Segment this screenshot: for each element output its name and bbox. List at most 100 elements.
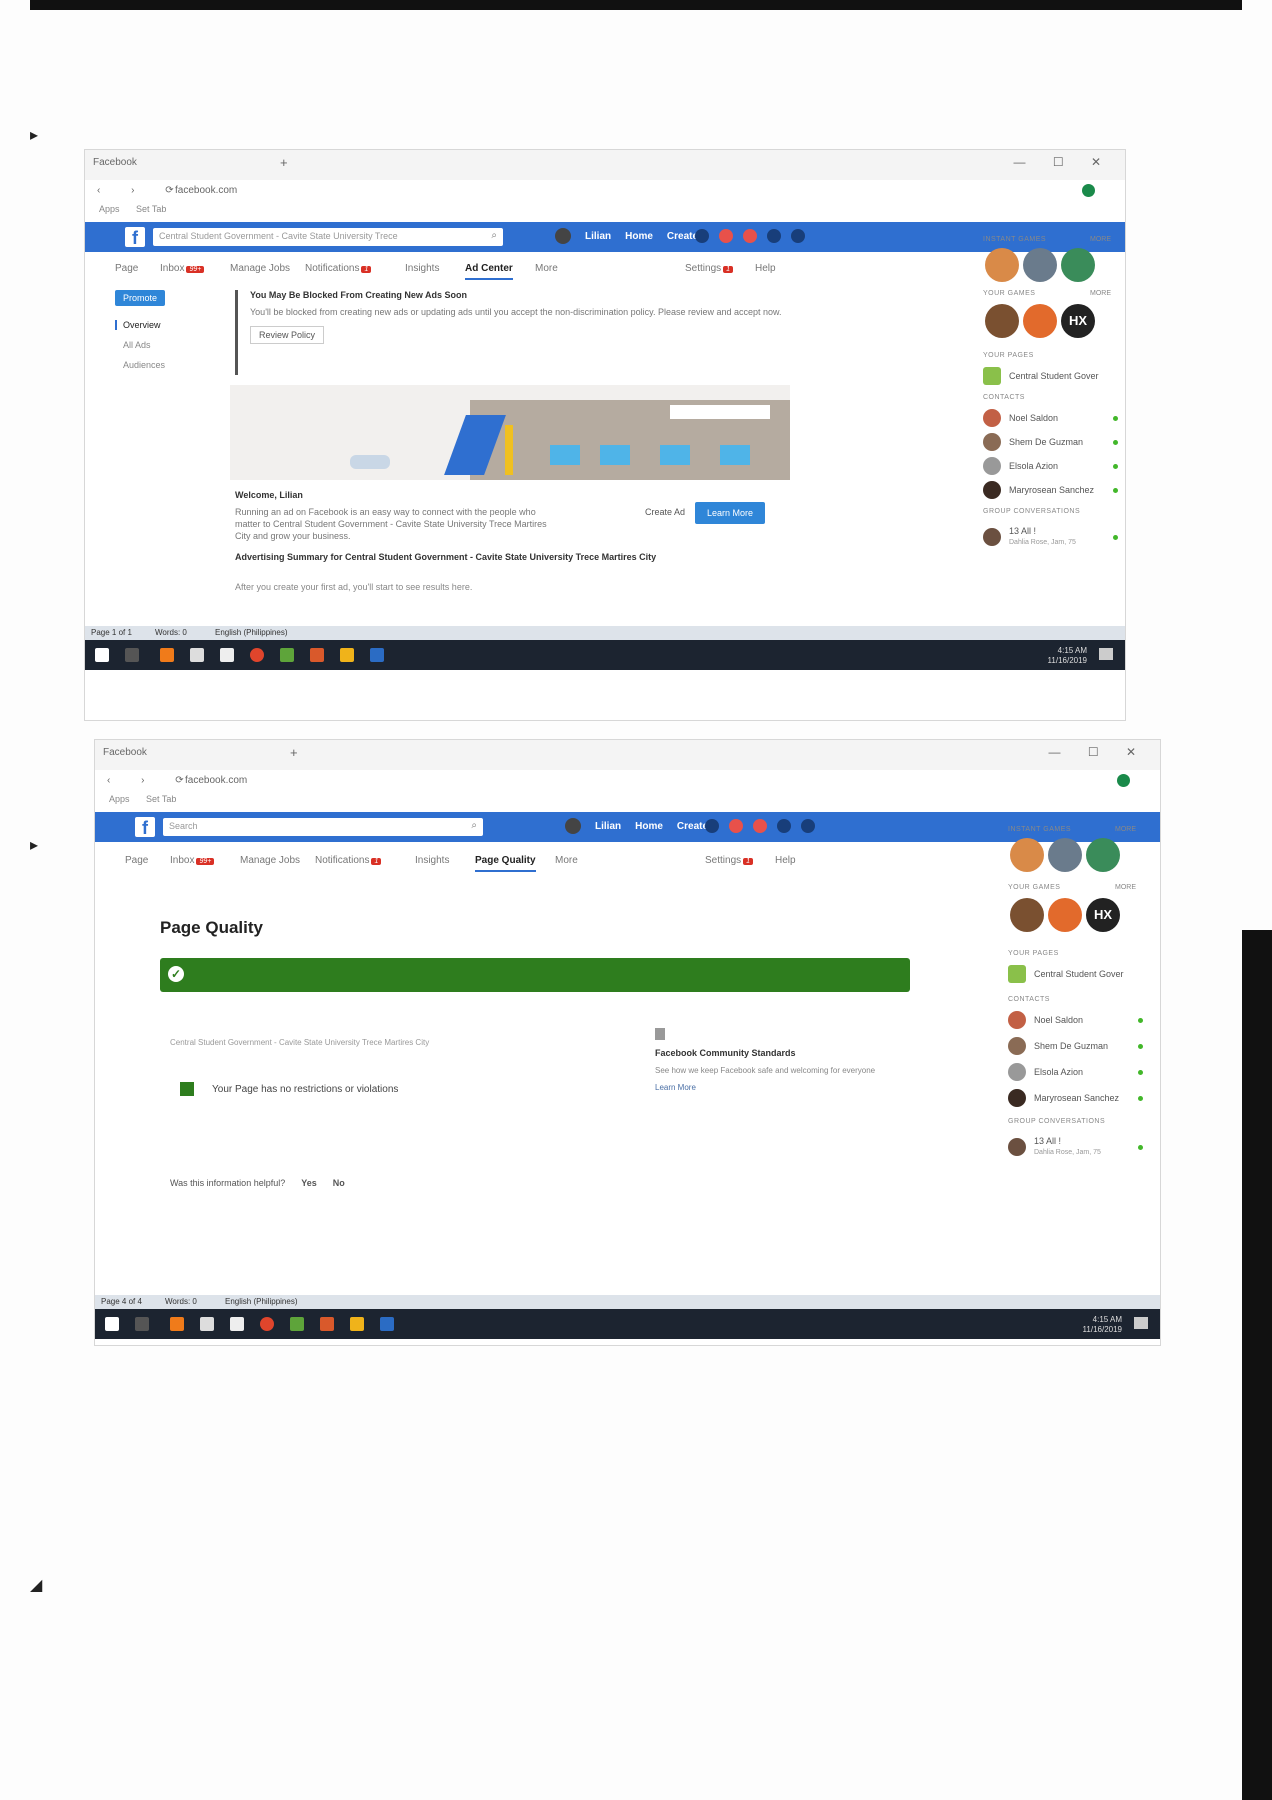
hx-game-icon[interactable]: HX bbox=[1086, 898, 1120, 932]
game-icon[interactable] bbox=[1048, 898, 1082, 932]
chrome-icon[interactable] bbox=[250, 648, 264, 662]
dropdown-icon[interactable] bbox=[791, 229, 805, 243]
create-link[interactable]: Create bbox=[667, 231, 698, 242]
home-link[interactable]: Home bbox=[625, 231, 653, 242]
hx-game-icon[interactable]: HX bbox=[1061, 304, 1095, 338]
game-icon[interactable] bbox=[1061, 248, 1095, 282]
tab-notifications[interactable]: Notifications 1 bbox=[305, 263, 372, 274]
group-item[interactable]: 13 All ! Dahlia Rose, Jam, 75 bbox=[983, 524, 1118, 550]
menu-audiences[interactable]: Audiences bbox=[115, 360, 225, 370]
tab-help[interactable]: Help bbox=[775, 855, 796, 866]
bookmark-set-tab[interactable]: Set Tab bbox=[136, 204, 166, 214]
notifications-bell-icon[interactable] bbox=[753, 819, 767, 833]
search-icon[interactable]: ⌕ bbox=[471, 820, 477, 831]
tab-page[interactable]: Page bbox=[125, 855, 148, 866]
clock[interactable]: 4:15 AM 11/16/2019 bbox=[1083, 1315, 1122, 1335]
url-field[interactable]: facebook.com bbox=[175, 185, 237, 196]
tab-more[interactable]: More bbox=[535, 263, 558, 274]
notification-icon[interactable] bbox=[1099, 648, 1113, 660]
tab-ad-center[interactable]: Ad Center bbox=[465, 263, 513, 280]
help-icon[interactable] bbox=[777, 819, 791, 833]
tab-page[interactable]: Page bbox=[115, 263, 138, 274]
url-field[interactable]: facebook.com bbox=[185, 775, 247, 786]
avatar[interactable] bbox=[555, 228, 571, 244]
tab-settings[interactable]: Settings 1 bbox=[705, 855, 754, 866]
contact-item[interactable]: Shem De Guzman bbox=[983, 432, 1118, 452]
calculator-icon[interactable] bbox=[200, 1317, 214, 1331]
tab-help[interactable]: Help bbox=[755, 263, 776, 274]
tab-more[interactable]: More bbox=[555, 855, 578, 866]
more-link[interactable]: MORE bbox=[1115, 884, 1136, 891]
tab-manage-jobs[interactable]: Manage Jobs bbox=[240, 855, 300, 866]
menu-overview[interactable]: Overview bbox=[115, 320, 225, 330]
browser-tab[interactable]: Facebook bbox=[103, 747, 147, 758]
review-policy-button[interactable]: Review Policy bbox=[250, 326, 325, 344]
chrome-icon[interactable] bbox=[260, 1317, 274, 1331]
more-link[interactable]: MORE bbox=[1090, 236, 1111, 243]
group-item[interactable]: 13 All ! Dahlia Rose, Jam, 75 bbox=[1008, 1134, 1143, 1160]
create-ad-link[interactable]: Create Ad bbox=[645, 507, 685, 517]
app-icon[interactable] bbox=[170, 1317, 184, 1331]
menu-all-ads[interactable]: All Ads bbox=[115, 340, 225, 350]
search-icon[interactable]: ⌕ bbox=[491, 230, 497, 241]
app-icon[interactable] bbox=[290, 1317, 304, 1331]
language-status[interactable]: English (Philippines) bbox=[215, 628, 287, 637]
folder-icon[interactable] bbox=[340, 648, 354, 662]
tab-notifications[interactable]: Notifications 1 bbox=[315, 855, 382, 866]
page-item[interactable]: Central Student Gover bbox=[1008, 964, 1143, 984]
contact-item[interactable]: Shem De Guzman bbox=[1008, 1036, 1143, 1056]
calculator-icon[interactable] bbox=[190, 648, 204, 662]
profile-icon[interactable] bbox=[1082, 184, 1095, 197]
game-icon[interactable] bbox=[985, 248, 1019, 282]
tab-page-quality[interactable]: Page Quality bbox=[475, 855, 536, 872]
new-tab-icon[interactable]: + bbox=[280, 155, 288, 170]
home-link[interactable]: Home bbox=[635, 821, 663, 832]
contact-item[interactable]: Noel Saldon bbox=[983, 408, 1118, 428]
task-view-icon[interactable] bbox=[135, 1317, 149, 1331]
window-controls[interactable]: — ☐ ✕ bbox=[1049, 745, 1148, 759]
friends-icon[interactable] bbox=[695, 229, 709, 243]
more-link[interactable]: MORE bbox=[1090, 290, 1111, 297]
app-icon[interactable] bbox=[280, 648, 294, 662]
tab-inbox[interactable]: Inbox 99+ bbox=[170, 855, 215, 866]
search-input[interactable]: Search ⌕ bbox=[163, 818, 483, 836]
app-icon[interactable] bbox=[320, 1317, 334, 1331]
game-icon[interactable] bbox=[1048, 838, 1082, 872]
start-icon[interactable] bbox=[95, 648, 109, 662]
word-icon[interactable] bbox=[380, 1317, 394, 1331]
game-icon[interactable] bbox=[1023, 304, 1057, 338]
game-icon[interactable] bbox=[985, 304, 1019, 338]
bookmark-apps[interactable]: Apps bbox=[99, 204, 120, 214]
game-icon[interactable] bbox=[1086, 838, 1120, 872]
page-item[interactable]: Central Student Gover bbox=[983, 366, 1118, 386]
messenger-icon[interactable] bbox=[729, 819, 743, 833]
search-input[interactable]: Central Student Government - Cavite Stat… bbox=[153, 228, 503, 246]
new-tab-icon[interactable]: + bbox=[290, 745, 298, 760]
game-icon[interactable] bbox=[1023, 248, 1057, 282]
tab-inbox[interactable]: Inbox 99+ bbox=[160, 263, 205, 274]
folder-icon[interactable] bbox=[350, 1317, 364, 1331]
create-link[interactable]: Create bbox=[677, 821, 708, 832]
tab-insights[interactable]: Insights bbox=[405, 263, 439, 274]
language-status[interactable]: English (Philippines) bbox=[225, 1297, 297, 1306]
help-icon[interactable] bbox=[767, 229, 781, 243]
more-link[interactable]: MORE bbox=[1115, 826, 1136, 833]
dropdown-icon[interactable] bbox=[801, 819, 815, 833]
start-icon[interactable] bbox=[105, 1317, 119, 1331]
app-icon[interactable] bbox=[160, 648, 174, 662]
task-view-icon[interactable] bbox=[125, 648, 139, 662]
no-button[interactable]: No bbox=[333, 1178, 345, 1188]
tab-manage-jobs[interactable]: Manage Jobs bbox=[230, 263, 290, 274]
tab-insights[interactable]: Insights bbox=[415, 855, 449, 866]
contact-item[interactable]: Noel Saldon bbox=[1008, 1010, 1143, 1030]
window-controls[interactable]: — ☐ ✕ bbox=[1014, 155, 1113, 169]
promote-button[interactable]: Promote bbox=[115, 290, 165, 306]
learn-more-button[interactable]: Learn More bbox=[695, 502, 765, 524]
app-icon[interactable] bbox=[310, 648, 324, 662]
clock[interactable]: 4:15 AM 11/16/2019 bbox=[1048, 646, 1087, 666]
friends-icon[interactable] bbox=[705, 819, 719, 833]
contact-item[interactable]: Elsola Azion bbox=[1008, 1062, 1143, 1082]
bookmark-apps[interactable]: Apps bbox=[109, 794, 130, 804]
notifications-bell-icon[interactable] bbox=[743, 229, 757, 243]
facebook-logo-icon[interactable]: f bbox=[125, 227, 145, 248]
